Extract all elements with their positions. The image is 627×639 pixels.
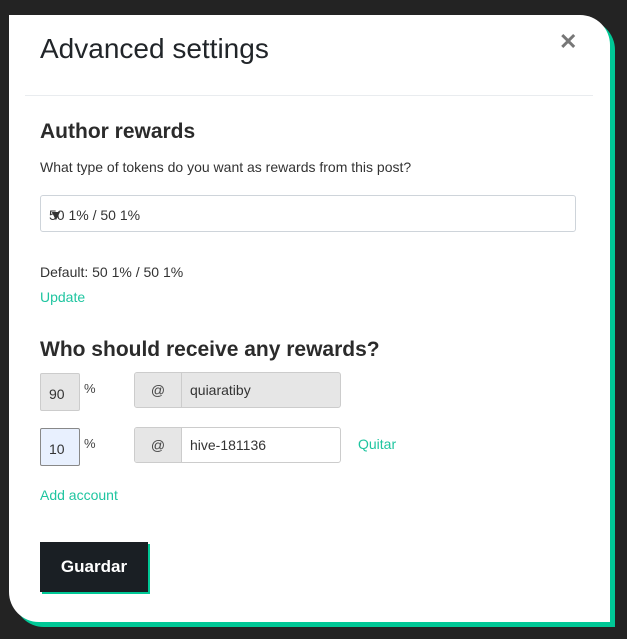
percent-sign: %	[84, 381, 96, 396]
account-name: quiaratiby	[190, 382, 251, 398]
beneficiaries-heading: Who should receive any rewards?	[40, 338, 380, 361]
author-rewards-question: What type of tokens do you want as rewar…	[40, 159, 412, 175]
default-text: Default: 50 1% / 50 1%	[40, 264, 184, 280]
remove-account-link[interactable]: Quitar	[358, 436, 396, 452]
author-rewards-heading: Author rewards	[40, 120, 196, 143]
account-input-1[interactable]: @ quiaratiby	[134, 372, 341, 408]
account-name: hive-181136	[190, 437, 267, 453]
rewards-select[interactable]: 50 1% / 50 1% ▼	[40, 195, 576, 232]
save-button[interactable]: Guardar	[40, 542, 148, 592]
add-account-link[interactable]: Add account	[40, 487, 118, 503]
close-icon[interactable]: ✕	[559, 29, 577, 55]
chevron-down-icon: ▼	[49, 207, 63, 223]
percent-sign: %	[84, 436, 96, 451]
at-prefix: @	[135, 428, 182, 462]
modal-title: Advanced settings	[40, 33, 269, 64]
percent-input-2[interactable]: 10	[40, 428, 80, 466]
at-prefix: @	[135, 373, 182, 407]
update-link[interactable]: Update	[40, 289, 85, 305]
advanced-settings-modal: Advanced settings ✕ Author rewards What …	[9, 15, 610, 622]
account-input-2[interactable]: @ hive-181136	[134, 427, 341, 463]
percent-input-1[interactable]: 90	[40, 373, 80, 411]
divider	[25, 95, 593, 96]
